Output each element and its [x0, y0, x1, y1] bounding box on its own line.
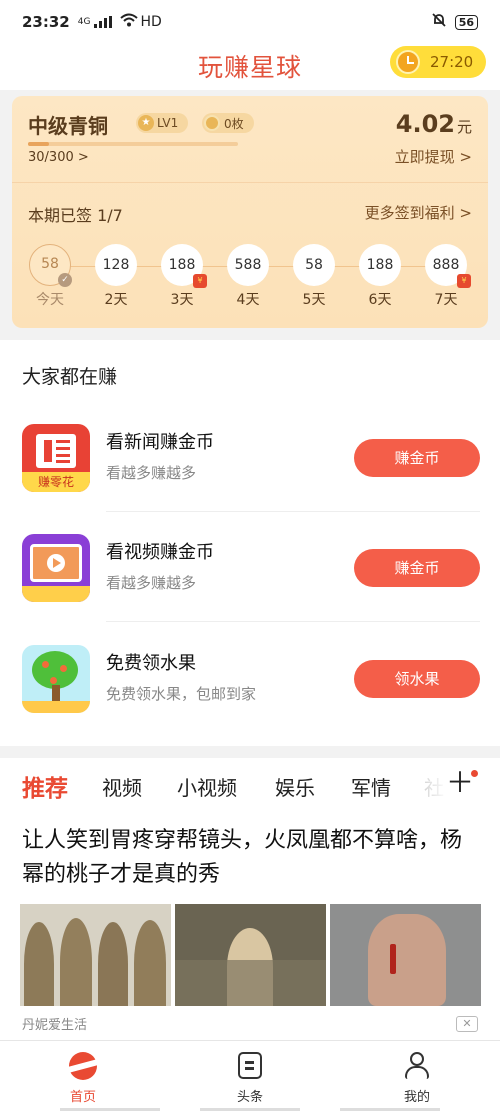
coin-badge: 0枚 [202, 113, 254, 133]
tab-military[interactable]: 军情 [351, 772, 391, 801]
tab-short-video[interactable]: 小视频 [177, 772, 237, 801]
withdraw-link[interactable]: 立即提现 > [395, 146, 472, 167]
day-label: 4天 [236, 292, 260, 308]
fruit-tree-icon [22, 645, 90, 713]
get-fruit-button[interactable]: 领水果 [354, 660, 480, 698]
balance-unit: 元 [456, 118, 472, 136]
new-dot [471, 770, 478, 777]
level-badge-label: LV1 [157, 116, 179, 130]
article-images[interactable] [20, 904, 481, 1006]
day-label: 3天 [170, 292, 194, 308]
network-type: 4G [77, 17, 91, 27]
article-image-1 [20, 904, 171, 1006]
day-reward: 588 [234, 257, 262, 273]
signed-status: 本期已签 1/7 [28, 206, 123, 225]
news-icon-tag: 赚零花 [22, 472, 90, 492]
day-reward: 188 [366, 257, 394, 273]
level-progress-bar [28, 142, 238, 146]
earn-coins-button[interactable]: 赚金币 [354, 439, 480, 477]
clock-icon [396, 50, 420, 74]
section-title: 大家都在赚 [22, 366, 118, 388]
earning-tasks-section: 大家都在赚 赚零花 看新闻赚金币 看越多赚越多 赚金币 看视频赚金币 看越多赚越… [0, 340, 500, 746]
dismiss-article-button[interactable]: ✕ [456, 1016, 478, 1032]
red-envelope-icon: ¥ [457, 274, 471, 288]
day-reward: 58 [305, 257, 323, 273]
nav-headlines[interactable]: 头条 [200, 1051, 300, 1105]
day-label: 今天 [36, 292, 64, 308]
star-icon: ★ [138, 115, 154, 131]
news-feed: 推荐 视频 小视频 娱乐 军情 社 ＋ 让人笑到胃疼穿帮镜头，火凤凰都不算啥，杨… [0, 758, 500, 1040]
headline-icon [238, 1052, 262, 1079]
signin-day-6[interactable]: 188 6天 [358, 244, 402, 309]
day-reward: 128 [102, 257, 130, 273]
article-image-3 [330, 904, 481, 1006]
planet-icon [69, 1052, 97, 1080]
task-desc: 免费领水果，包邮到家 [106, 685, 257, 703]
video-app-icon [22, 534, 90, 602]
tab-entertainment[interactable]: 娱乐 [275, 772, 315, 801]
tab-video[interactable]: 视频 [102, 772, 142, 801]
signin-day-1[interactable]: 58 ✓ 今天 [28, 244, 72, 309]
article-headline[interactable]: 让人笑到胃疼穿帮镜头，火凤凰都不算啥，杨幂的桃子才是真的秀 [22, 824, 478, 892]
signin-day-5[interactable]: 58 5天 [292, 244, 336, 309]
tab-recommend[interactable]: 推荐 [22, 769, 68, 803]
day-reward: 888 [432, 257, 460, 273]
reading-timer[interactable]: 27:20 [390, 46, 486, 78]
check-icon: ✓ [58, 273, 72, 287]
nav-label: 我的 [403, 1090, 430, 1105]
status-bar: 23:32 4G HD 56 [0, 0, 500, 44]
day-label: 2天 [104, 292, 128, 308]
signin-day-4[interactable]: 588 4天 [226, 244, 270, 309]
nav-label: 头条 [236, 1090, 263, 1105]
task-fruit[interactable]: 免费领水果 免费领水果，包邮到家 领水果 [0, 623, 500, 733]
more-signin-rewards-link[interactable]: 更多签到福利 > [365, 202, 472, 223]
task-video[interactable]: 看视频赚金币 看越多赚越多 赚金币 [0, 512, 500, 622]
red-envelope-icon: ¥ [193, 274, 207, 288]
nav-profile[interactable]: 我的 [367, 1051, 467, 1105]
add-channel-icon[interactable]: ＋ [446, 768, 474, 798]
signin-card: 中级青铜 ★ LV1 0枚 30/300 > 4.02 元 立即提现 > 本期已签… [12, 96, 488, 328]
status-time: 23:32 [22, 13, 70, 31]
article-image-2 [175, 904, 326, 1006]
signin-day-3[interactable]: 188 ¥ 3天 [160, 244, 207, 309]
day-label: 5天 [302, 292, 326, 308]
app-header: 玩赚星球 27:20 [0, 44, 500, 90]
signal-icon: 4G [78, 16, 113, 28]
level-badge: ★ LV1 [136, 113, 189, 133]
earn-coins-button[interactable]: 赚金币 [354, 549, 480, 587]
coin-badge-label: 0枚 [224, 116, 244, 131]
task-name: 看新闻赚金币 [106, 432, 214, 453]
timer-value: 27:20 [430, 53, 474, 71]
wifi-icon [120, 13, 139, 31]
balance: 4.02 元 [396, 110, 472, 138]
signin-day-2[interactable]: 128 2天 [94, 244, 138, 309]
article-source: 丹妮爱生活 [22, 1018, 88, 1033]
day-reward: 188 [168, 257, 196, 273]
task-name: 看视频赚金币 [106, 542, 214, 563]
task-news[interactable]: 赚零花 看新闻赚金币 看越多赚越多 赚金币 [0, 402, 500, 512]
profile-icon [404, 1052, 430, 1080]
task-desc: 看越多赚越多 [106, 464, 197, 482]
task-name: 免费领水果 [106, 653, 196, 674]
news-app-icon: 赚零花 [22, 424, 90, 492]
mute-icon [431, 12, 447, 32]
level-progress-text[interactable]: 30/300 > [28, 150, 89, 165]
balance-value: 4.02 [395, 110, 455, 138]
day-label: 6天 [368, 292, 392, 308]
signin-day-7[interactable]: 888 ¥ 7天 [424, 244, 471, 309]
nav-home[interactable]: 首页 [33, 1051, 133, 1105]
level-name: 中级青铜 [28, 114, 108, 138]
wifi-label: HD [140, 14, 162, 30]
nav-label: 首页 [69, 1090, 96, 1105]
signin-days: 58 ✓ 今天 128 2天 188 ¥ 3天 588 4天 58 5天 188 6… [28, 244, 472, 314]
bottom-nav: 首页 头条 我的 [0, 1040, 500, 1111]
play-icon [47, 554, 65, 572]
card-divider [12, 182, 488, 183]
task-desc: 看越多赚越多 [106, 574, 197, 592]
battery-icon: 56 [454, 14, 478, 30]
medal-icon [204, 115, 220, 131]
channel-tabs: 推荐 视频 小视频 娱乐 军情 社 ＋ [0, 758, 500, 810]
day-reward: 58 [41, 256, 59, 272]
day-label: 7天 [434, 292, 458, 308]
